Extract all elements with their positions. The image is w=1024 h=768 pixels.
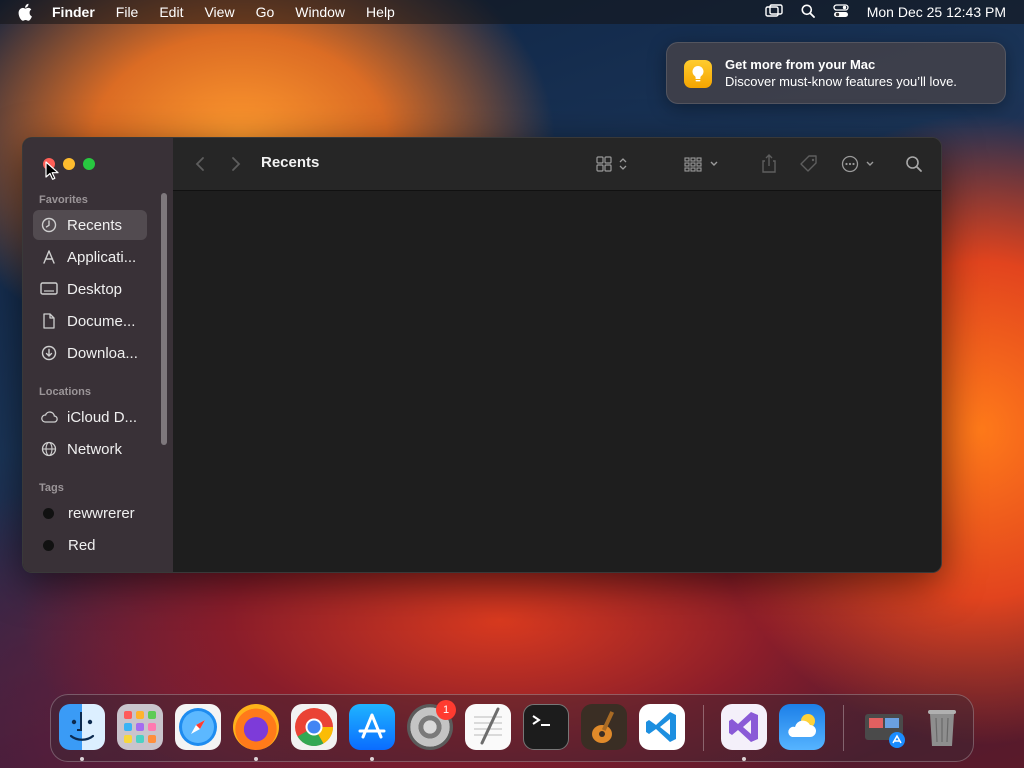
app-store-running-indicator <box>370 757 374 761</box>
menu-clock[interactable]: Mon Dec 25 12:43 PM <box>867 4 1006 20</box>
weather-app-icon[interactable] <box>779 704 825 750</box>
menu-go[interactable]: Go <box>256 4 275 20</box>
downloads-stack-icon[interactable] <box>861 704 907 750</box>
clock-icon <box>39 215 59 235</box>
window-title: Recents <box>261 154 320 171</box>
favorites-section-label: Favorites <box>39 194 88 206</box>
apple-menu-icon[interactable] <box>18 3 36 21</box>
document-icon <box>39 311 59 331</box>
notification-banner[interactable]: Get more from your Mac Discover must-kno… <box>666 42 1006 104</box>
app-store-app-icon[interactable] <box>349 704 395 750</box>
forward-chevron-icon[interactable] <box>231 152 241 176</box>
tag-color-dot <box>43 539 54 551</box>
icon-view-grid-icon[interactable] <box>596 152 630 176</box>
group-by-icon[interactable] <box>684 152 720 176</box>
tags-section-label: Tags <box>39 482 64 494</box>
sidebar-item-desktop[interactable]: Desktop <box>33 274 147 304</box>
sidebar-item-recents[interactable]: Recents <box>33 210 147 240</box>
terminal-app-icon[interactable] <box>523 704 569 750</box>
menu-help[interactable]: Help <box>366 4 395 20</box>
back-chevron-icon[interactable] <box>195 152 205 176</box>
menu-app-name[interactable]: Finder <box>52 4 95 20</box>
finder-sidebar: Favorites Recents Applicati... Desktop D… <box>23 138 173 572</box>
visual-studio-app-icon[interactable] <box>721 704 767 750</box>
more-actions-icon[interactable] <box>841 152 877 176</box>
sidebar-item-label: rewwrerer <box>68 504 135 522</box>
spotlight-search-icon[interactable] <box>801 4 815 21</box>
menu-extras: Mon Dec 25 12:43 PM <box>765 0 1006 24</box>
menu-view[interactable]: View <box>204 4 234 20</box>
applications-icon <box>39 247 59 267</box>
menu-window[interactable]: Window <box>295 4 345 20</box>
vscode-app-icon[interactable] <box>639 704 685 750</box>
tag-icon[interactable] <box>799 152 819 176</box>
safari-app-icon[interactable] <box>175 704 221 750</box>
sidebar-item-icloud-drive[interactable]: iCloud D... <box>33 402 147 432</box>
minimize-button[interactable] <box>63 158 75 170</box>
mouse-cursor-icon <box>45 161 59 181</box>
chrome-app-icon[interactable] <box>291 704 337 750</box>
search-icon[interactable] <box>905 152 923 176</box>
sidebar-item-network[interactable]: Network <box>33 434 147 464</box>
dock-separator <box>843 705 844 751</box>
sidebar-item-label: Docume... <box>67 312 136 330</box>
menu-bar: Finder File Edit View Go Window Help Mon… <box>0 0 1024 24</box>
sidebar-item-label: Red <box>68 536 96 554</box>
control-center-icon[interactable] <box>833 3 849 21</box>
sidebar-item-label: Desktop <box>67 280 123 298</box>
locations-section-label: Locations <box>39 386 91 398</box>
share-icon[interactable] <box>761 152 777 176</box>
finder-toolbar: Recents <box>173 138 941 191</box>
settings-notification-badge: 1 <box>436 700 456 720</box>
screen-mirroring-icon[interactable] <box>765 3 783 21</box>
tag-color-dot <box>43 507 54 519</box>
tips-lightbulb-icon <box>684 60 712 88</box>
finder-window: Favorites Recents Applicati... Desktop D… <box>22 137 942 573</box>
sidebar-item-applications[interactable]: Applicati... <box>33 242 147 272</box>
notification-title: Get more from your Mac <box>725 57 876 72</box>
sidebar-item-label: Recents <box>67 216 123 234</box>
finder-file-area[interactable] <box>173 191 941 572</box>
sidebar-item-downloads[interactable]: Downloa... <box>33 338 147 368</box>
menu-file[interactable]: File <box>116 4 139 20</box>
firefox-app-icon[interactable] <box>233 704 279 750</box>
finder-running-indicator <box>80 757 84 761</box>
menu-edit[interactable]: Edit <box>159 4 183 20</box>
sidebar-item-label: Network <box>67 440 123 458</box>
visual-studio-running-indicator <box>742 757 746 761</box>
sidebar-item-label: Applicati... <box>67 248 137 266</box>
globe-icon <box>39 439 59 459</box>
firefox-running-indicator <box>254 757 258 761</box>
desktop-icon <box>39 279 59 299</box>
garageband-app-icon[interactable] <box>581 704 627 750</box>
sidebar-item-documents[interactable]: Docume... <box>33 306 147 336</box>
sidebar-item-label: iCloud D... <box>67 408 138 426</box>
launchpad-app-icon[interactable] <box>117 704 163 750</box>
notification-body: Discover must-know features you’ll love. <box>725 74 957 89</box>
finder-app-icon[interactable] <box>59 704 105 750</box>
sidebar-tag-red[interactable]: Red <box>33 530 147 560</box>
cloud-icon <box>39 407 59 427</box>
sidebar-item-label: Downloa... <box>67 344 138 362</box>
textedit-app-icon[interactable] <box>465 704 511 750</box>
download-icon <box>39 343 59 363</box>
dock-separator <box>703 705 704 751</box>
trash-icon[interactable] <box>919 704 965 750</box>
sidebar-tag-rewwrerer[interactable]: rewwrerer <box>33 498 147 528</box>
maximize-button[interactable] <box>83 158 95 170</box>
dock <box>50 694 974 762</box>
sidebar-scrollbar[interactable] <box>161 193 167 445</box>
